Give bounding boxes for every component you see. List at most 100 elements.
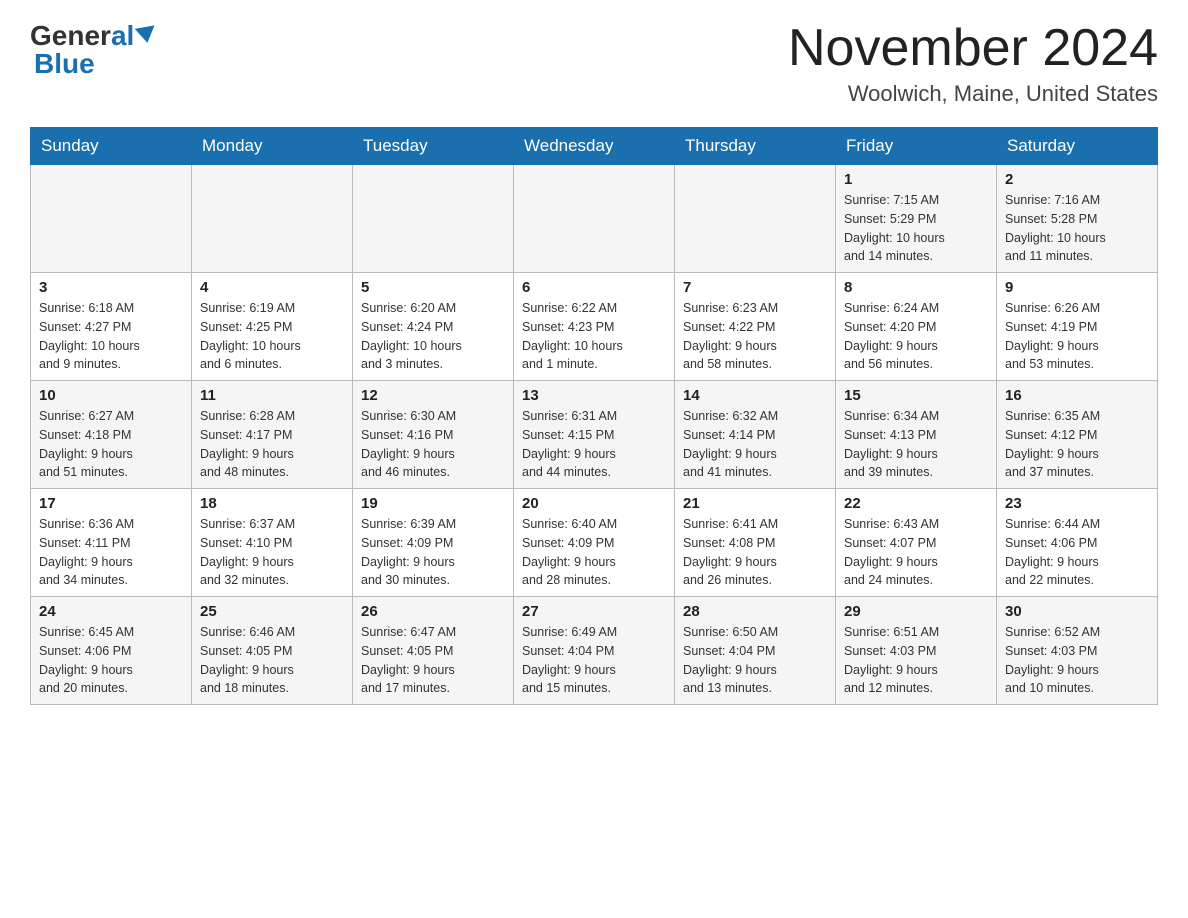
calendar-cell: 19 Sunrise: 6:39 AMSunset: 4:09 PMDayligh…: [353, 489, 514, 597]
day-number: 13: [522, 387, 666, 404]
weekday-header-saturday: Saturday: [997, 128, 1158, 165]
day-info: Sunrise: 6:50 AMSunset: 4:04 PMDaylight:…: [683, 623, 827, 698]
calendar-cell: [192, 165, 353, 273]
calendar-cell: 30Sunrise: 6:52 AMSunset: 4:03 PMDayligh…: [997, 597, 1158, 705]
day-number: 24: [39, 603, 183, 620]
weekday-header-monday: Monday: [192, 128, 353, 165]
day-info: Sunrise: 6:23 AMSunset: 4:22 PMDaylight:…: [683, 299, 827, 374]
day-number: 27: [522, 603, 666, 620]
calendar-cell: 14Sunrise: 6:32 AMSunset: 4:14 PMDayligh…: [675, 381, 836, 489]
day-info: Sunrise: 7:15 AMSunset: 5:29 PMDaylight:…: [844, 191, 988, 266]
day-number: 12: [361, 387, 505, 404]
weekday-header-friday: Friday: [836, 128, 997, 165]
day-info: Sunrise: 6:49 AMSunset: 4:04 PMDaylight:…: [522, 623, 666, 698]
day-info: Sunrise: 6:20 AMSunset: 4:24 PMDaylight:…: [361, 299, 505, 374]
day-number: 23: [1005, 495, 1149, 512]
day-info: Sunrise: 6:26 AMSunset: 4:19 PMDaylight:…: [1005, 299, 1149, 374]
day-number: 22: [844, 495, 988, 512]
day-number: 9: [1005, 279, 1149, 296]
page-header: General Blue November 2024 Woolwich, Mai…: [30, 20, 1158, 107]
day-number: 26: [361, 603, 505, 620]
calendar-cell: [514, 165, 675, 273]
month-title: November 2024: [788, 20, 1158, 77]
weekday-header-tuesday: Tuesday: [353, 128, 514, 165]
calendar-cell: 12 Sunrise: 6:30 AMSunset: 4:16 PMDayligh…: [353, 381, 514, 489]
day-number: 1: [844, 171, 988, 188]
day-number: 4: [200, 279, 344, 296]
day-number: 30: [1005, 603, 1149, 620]
calendar-cell: 23 Sunrise: 6:44 AMSunset: 4:06 PMDayligh…: [997, 489, 1158, 597]
calendar-week-row: 1 Sunrise: 7:15 AMSunset: 5:29 PMDaylight…: [31, 165, 1158, 273]
day-number: 3: [39, 279, 183, 296]
day-number: 2: [1005, 171, 1149, 188]
weekday-header-thursday: Thursday: [675, 128, 836, 165]
day-number: 29: [844, 603, 988, 620]
day-number: 10: [39, 387, 183, 404]
day-number: 15: [844, 387, 988, 404]
weekday-header-sunday: Sunday: [31, 128, 192, 165]
calendar-cell: 4 Sunrise: 6:19 AMSunset: 4:25 PMDaylight…: [192, 273, 353, 381]
calendar-cell: 5Sunrise: 6:20 AMSunset: 4:24 PMDaylight…: [353, 273, 514, 381]
day-info: Sunrise: 6:32 AMSunset: 4:14 PMDaylight:…: [683, 407, 827, 482]
day-number: 16: [1005, 387, 1149, 404]
title-block: November 2024 Woolwich, Maine, United St…: [788, 20, 1158, 107]
day-info: Sunrise: 6:35 AMSunset: 4:12 PMDaylight:…: [1005, 407, 1149, 482]
calendar-cell: [31, 165, 192, 273]
calendar-cell: 7 Sunrise: 6:23 AMSunset: 4:22 PMDaylight…: [675, 273, 836, 381]
calendar-cell: 17Sunrise: 6:36 AMSunset: 4:11 PMDayligh…: [31, 489, 192, 597]
calendar-cell: [353, 165, 514, 273]
day-number: 18: [200, 495, 344, 512]
calendar-cell: 22 Sunrise: 6:43 AMSunset: 4:07 PMDayligh…: [836, 489, 997, 597]
calendar-week-row: 10 Sunrise: 6:27 AMSunset: 4:18 PMDayligh…: [31, 381, 1158, 489]
calendar-cell: 28 Sunrise: 6:50 AMSunset: 4:04 PMDayligh…: [675, 597, 836, 705]
logo: General Blue: [30, 20, 156, 80]
calendar-cell: 3 Sunrise: 6:18 AMSunset: 4:27 PMDaylight…: [31, 273, 192, 381]
calendar-cell: 2 Sunrise: 7:16 AMSunset: 5:28 PMDaylight…: [997, 165, 1158, 273]
day-info: Sunrise: 6:30 AMSunset: 4:16 PMDaylight:…: [361, 407, 505, 482]
day-info: Sunrise: 6:18 AMSunset: 4:27 PMDaylight:…: [39, 299, 183, 374]
day-info: Sunrise: 6:36 AMSunset: 4:11 PMDaylight:…: [39, 515, 183, 590]
calendar-cell: 9 Sunrise: 6:26 AMSunset: 4:19 PMDaylight…: [997, 273, 1158, 381]
calendar-cell: 8 Sunrise: 6:24 AMSunset: 4:20 PMDaylight…: [836, 273, 997, 381]
calendar-week-row: 3 Sunrise: 6:18 AMSunset: 4:27 PMDaylight…: [31, 273, 1158, 381]
location-title: Woolwich, Maine, United States: [788, 81, 1158, 107]
day-number: 11: [200, 387, 344, 404]
day-info: Sunrise: 6:45 AMSunset: 4:06 PMDaylight:…: [39, 623, 183, 698]
calendar-week-row: 24 Sunrise: 6:45 AMSunset: 4:06 PMDayligh…: [31, 597, 1158, 705]
day-number: 21: [683, 495, 827, 512]
calendar-cell: 13 Sunrise: 6:31 AMSunset: 4:15 PMDayligh…: [514, 381, 675, 489]
calendar-cell: 15 Sunrise: 6:34 AMSunset: 4:13 PMDayligh…: [836, 381, 997, 489]
calendar-cell: [675, 165, 836, 273]
day-info: Sunrise: 6:31 AMSunset: 4:15 PMDaylight:…: [522, 407, 666, 482]
day-info: Sunrise: 6:39 AMSunset: 4:09 PMDaylight:…: [361, 515, 505, 590]
day-info: Sunrise: 6:19 AMSunset: 4:25 PMDaylight:…: [200, 299, 344, 374]
day-info: Sunrise: 6:44 AMSunset: 4:06 PMDaylight:…: [1005, 515, 1149, 590]
calendar-cell: 24 Sunrise: 6:45 AMSunset: 4:06 PMDayligh…: [31, 597, 192, 705]
weekday-header-wednesday: Wednesday: [514, 128, 675, 165]
day-info: Sunrise: 6:40 AMSunset: 4:09 PMDaylight:…: [522, 515, 666, 590]
day-info: Sunrise: 6:27 AMSunset: 4:18 PMDaylight:…: [39, 407, 183, 482]
calendar-cell: 1 Sunrise: 7:15 AMSunset: 5:29 PMDaylight…: [836, 165, 997, 273]
day-info: Sunrise: 6:28 AMSunset: 4:17 PMDaylight:…: [200, 407, 344, 482]
day-info: Sunrise: 6:43 AMSunset: 4:07 PMDaylight:…: [844, 515, 988, 590]
day-info: Sunrise: 6:47 AMSunset: 4:05 PMDaylight:…: [361, 623, 505, 698]
day-info: Sunrise: 6:22 AMSunset: 4:23 PMDaylight:…: [522, 299, 666, 374]
calendar-cell: 25Sunrise: 6:46 AMSunset: 4:05 PMDayligh…: [192, 597, 353, 705]
day-info: Sunrise: 7:16 AMSunset: 5:28 PMDaylight:…: [1005, 191, 1149, 266]
day-number: 20: [522, 495, 666, 512]
day-info: Sunrise: 6:46 AMSunset: 4:05 PMDaylight:…: [200, 623, 344, 698]
day-info: Sunrise: 6:24 AMSunset: 4:20 PMDaylight:…: [844, 299, 988, 374]
day-number: 28: [683, 603, 827, 620]
calendar-cell: 16 Sunrise: 6:35 AMSunset: 4:12 PMDayligh…: [997, 381, 1158, 489]
day-number: 7: [683, 279, 827, 296]
day-number: 6: [522, 279, 666, 296]
day-number: 19: [361, 495, 505, 512]
day-number: 8: [844, 279, 988, 296]
day-info: Sunrise: 6:34 AMSunset: 4:13 PMDaylight:…: [844, 407, 988, 482]
calendar-table: SundayMondayTuesdayWednesdayThursdayFrid…: [30, 127, 1158, 705]
calendar-week-row: 17Sunrise: 6:36 AMSunset: 4:11 PMDayligh…: [31, 489, 1158, 597]
calendar-cell: 11 Sunrise: 6:28 AMSunset: 4:17 PMDayligh…: [192, 381, 353, 489]
calendar-cell: 18Sunrise: 6:37 AMSunset: 4:10 PMDayligh…: [192, 489, 353, 597]
calendar-cell: 29Sunrise: 6:51 AMSunset: 4:03 PMDayligh…: [836, 597, 997, 705]
day-info: Sunrise: 6:41 AMSunset: 4:08 PMDaylight:…: [683, 515, 827, 590]
